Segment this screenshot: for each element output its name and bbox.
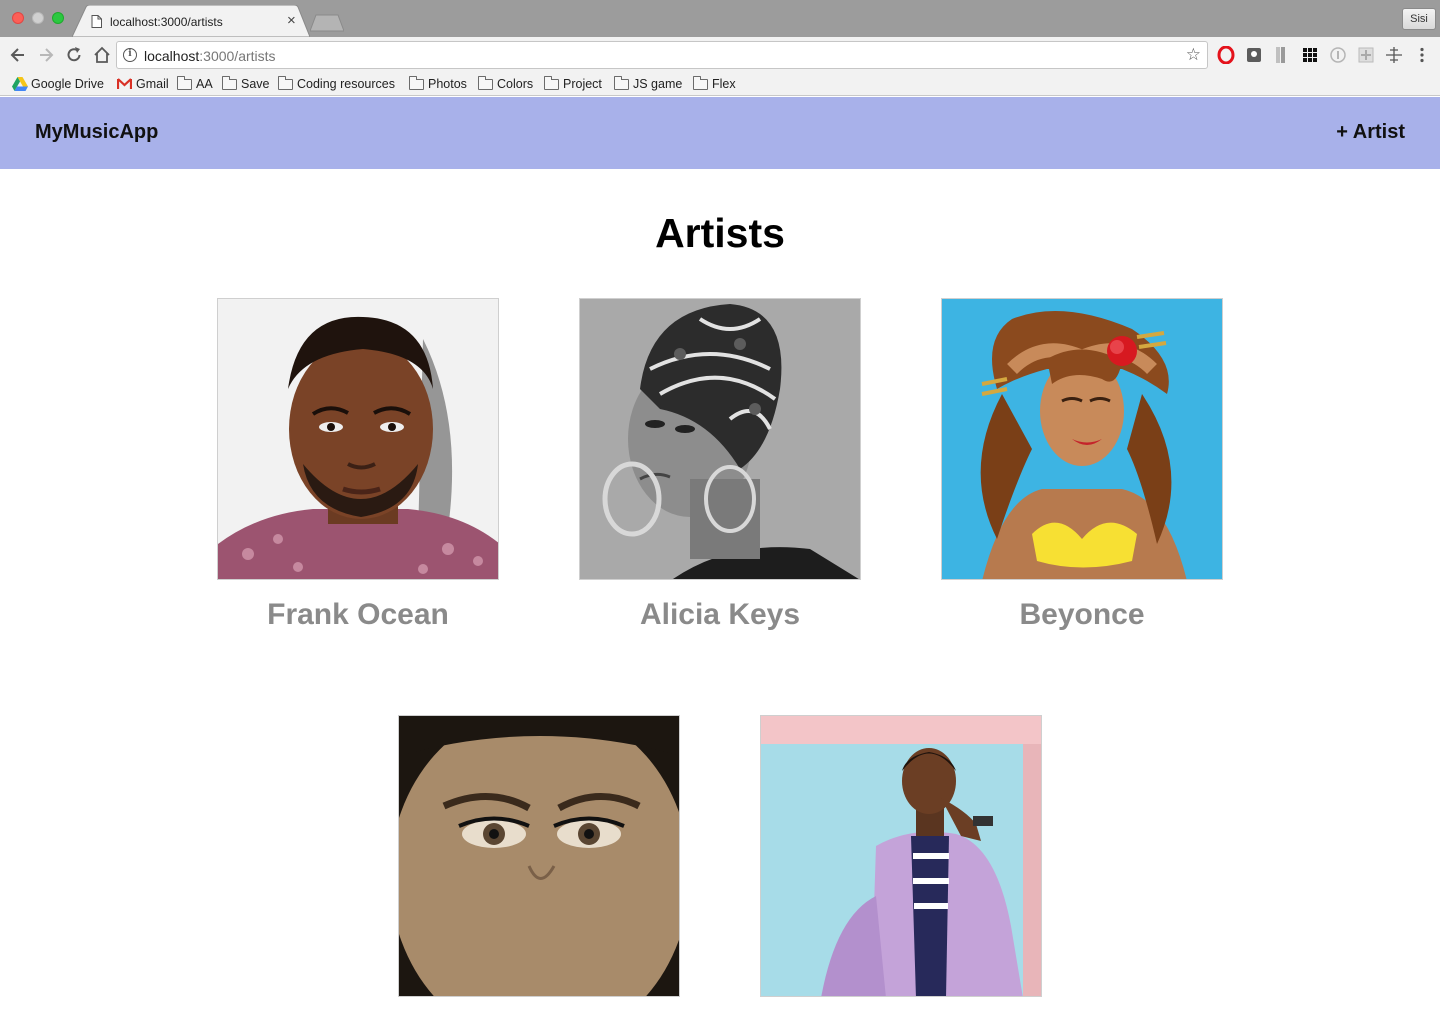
app-navbar: MyMusicApp + Artist [0, 97, 1440, 169]
profile-button[interactable]: Sisi [1402, 8, 1436, 30]
bookmark-project[interactable]: Project [544, 75, 602, 92]
brand-link[interactable]: MyMusicApp [35, 121, 158, 144]
artist-photo[interactable] [579, 298, 861, 580]
browser-tab-strip: localhost:3000/artists × Sisi [0, 0, 1440, 37]
folder-icon [278, 75, 293, 90]
artist-name[interactable]: Alicia Keys [579, 598, 861, 632]
maximize-window-button[interactable] [52, 12, 64, 24]
gradient-extension-icon[interactable] [1273, 46, 1291, 64]
bookmark-save[interactable]: Save [222, 75, 270, 92]
opera-extension-icon[interactable] [1217, 46, 1235, 64]
artist-card[interactable]: Alicia Keys [579, 298, 861, 632]
address-bar[interactable]: i localhost:3000/artists ☆ [116, 41, 1208, 69]
bookmark-aa[interactable]: AA [177, 75, 213, 92]
bookmark-flex[interactable]: Flex [693, 75, 736, 92]
minimize-window-button[interactable] [32, 12, 44, 24]
folder-icon [544, 75, 559, 90]
folder-icon [478, 75, 493, 90]
bookmarks-bar: Google Drive Gmail AA Save Coding resour… [0, 72, 1440, 96]
artist-name[interactable]: Beyonce [941, 598, 1223, 632]
close-window-button[interactable] [12, 12, 24, 24]
bookmark-colors[interactable]: Colors [478, 75, 533, 92]
more-menu-icon[interactable] [1413, 46, 1431, 64]
google-drive-icon [12, 77, 28, 91]
new-tab-button[interactable] [310, 14, 344, 32]
artist-card[interactable]: Beyonce [941, 298, 1223, 632]
home-icon[interactable] [92, 45, 112, 65]
pattern-extension-icon[interactable] [1357, 46, 1375, 64]
artist-photo[interactable] [941, 298, 1223, 580]
page-icon [91, 15, 102, 28]
artist-card[interactable] [760, 715, 1042, 1015]
artist-card[interactable]: Frank Ocean [217, 298, 499, 632]
bookmark-star-icon[interactable]: ☆ [1186, 45, 1201, 65]
bookmark-google-drive[interactable]: Google Drive [12, 76, 104, 92]
back-arrow-icon[interactable] [8, 45, 28, 65]
bookmark-js-game[interactable]: JS game [614, 75, 682, 92]
folder-icon [409, 75, 424, 90]
circle-extension-icon[interactable] [1329, 46, 1347, 64]
bookmark-photos[interactable]: Photos [409, 75, 467, 92]
bookmark-gmail[interactable]: Gmail [117, 76, 169, 92]
add-artist-link[interactable]: + Artist [1336, 121, 1405, 144]
reload-icon[interactable] [64, 45, 84, 65]
page-title: Artists [655, 210, 785, 256]
artist-photo[interactable] [217, 298, 499, 580]
folder-icon [693, 75, 708, 90]
browser-tab-active[interactable]: localhost:3000/artists × [72, 5, 310, 37]
bookmark-coding-resources[interactable]: Coding resources [278, 75, 395, 92]
forward-arrow-icon[interactable] [36, 45, 56, 65]
artist-photo[interactable] [760, 715, 1042, 997]
url-text[interactable]: localhost:3000/artists [144, 48, 276, 64]
artist-name[interactable]: Frank Ocean [217, 598, 499, 632]
info-icon[interactable]: i [123, 48, 137, 62]
folder-icon [614, 75, 629, 90]
shield-extension-icon[interactable] [1245, 46, 1263, 64]
artist-photo[interactable] [398, 715, 680, 997]
tab-close-icon[interactable]: × [287, 13, 296, 29]
folder-icon [177, 75, 192, 90]
folder-icon [222, 75, 237, 90]
tab-title: localhost:3000/artists [110, 15, 223, 29]
move-extension-icon[interactable] [1385, 46, 1403, 64]
artist-card[interactable] [398, 715, 680, 1015]
grid-extension-icon[interactable] [1301, 46, 1319, 64]
gmail-icon [117, 78, 132, 89]
